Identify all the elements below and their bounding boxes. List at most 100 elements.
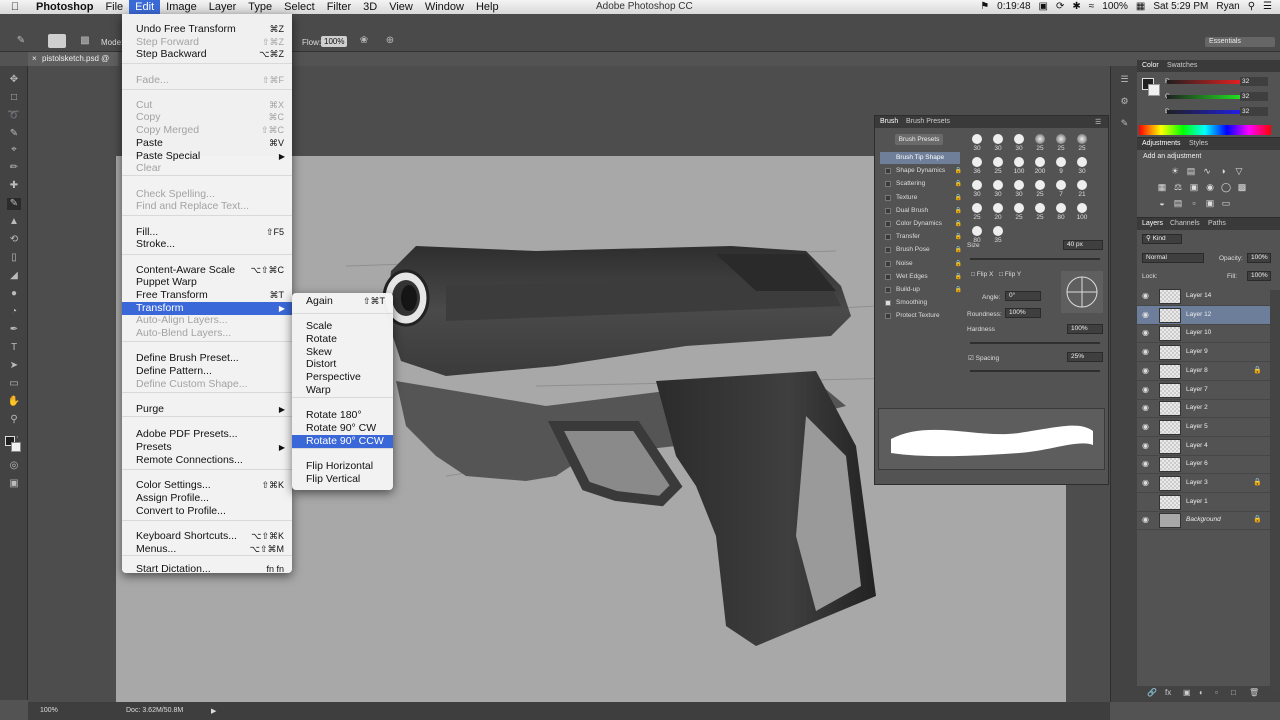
clock[interactable]: Sat 5:29 PM xyxy=(1153,0,1208,14)
visibility-eye-icon[interactable]: ◉ xyxy=(1142,441,1149,450)
green-value[interactable]: 32 xyxy=(1240,92,1268,101)
background-color-swatch[interactable] xyxy=(11,442,21,452)
type-tool-icon[interactable]: T xyxy=(7,342,21,354)
menu-window[interactable]: Window xyxy=(419,0,470,14)
brush-tip[interactable]: 30 xyxy=(968,133,986,156)
menu-filter[interactable]: Filter xyxy=(321,0,357,14)
brush-option-shape-dynamics[interactable]: Shape Dynamics 🔒 xyxy=(880,165,962,177)
edit-menu-item-adobe-pdf-presets[interactable]: Adobe PDF Presets... xyxy=(122,428,292,441)
option-checkbox[interactable] xyxy=(885,247,891,254)
tab-brush-presets[interactable]: Brush Presets xyxy=(906,118,950,125)
invert-icon[interactable]: ◒ xyxy=(1157,198,1167,208)
red-value[interactable]: 32 xyxy=(1240,77,1268,86)
layer-name[interactable]: Layer 2 xyxy=(1186,404,1208,411)
option-checkbox[interactable] xyxy=(885,313,891,320)
tab-channels[interactable]: Channels xyxy=(1170,220,1200,227)
brush-tip[interactable]: 25 xyxy=(1031,133,1049,156)
option-checkbox[interactable] xyxy=(885,300,891,307)
edit-menu-item-remote-connections[interactable]: Remote Connections... xyxy=(122,454,292,467)
lock-icon[interactable]: 🔒 xyxy=(955,218,962,230)
layer-row[interactable]: ◉ Background 🔒 xyxy=(1137,511,1270,531)
move-tool-icon[interactable]: ✥ xyxy=(7,74,21,86)
zoom-tool-icon[interactable]: ⚲ xyxy=(7,414,21,426)
edit-menu-item-define-pattern[interactable]: Define Pattern... xyxy=(122,365,292,378)
layer-name[interactable]: Layer 3 xyxy=(1186,479,1208,486)
layer-row[interactable]: ◉ Layer 4 xyxy=(1137,437,1270,456)
layer-row[interactable]: ◉ Layer 8 🔒 xyxy=(1137,362,1270,381)
brush-tip[interactable]: 36 xyxy=(968,156,986,179)
history-brush-icon[interactable]: ⟲ xyxy=(7,234,21,246)
brush-tip[interactable]: 30 xyxy=(989,179,1007,202)
edit-menu-item-define-brush-preset[interactable]: Define Brush Preset... xyxy=(122,352,292,365)
brush-option-build-up[interactable]: Build-up 🔒 xyxy=(880,284,962,296)
brush-size-picker[interactable] xyxy=(48,34,66,48)
lock-icon[interactable]: 🔒 xyxy=(955,284,962,296)
visibility-eye-icon[interactable]: ◉ xyxy=(1142,385,1149,394)
layer-name[interactable]: Layer 14 xyxy=(1186,292,1211,299)
brush-tip[interactable]: 30 xyxy=(1010,133,1028,156)
layer-name[interactable]: Layer 4 xyxy=(1186,442,1208,449)
add-mask-icon[interactable]: ▣ xyxy=(1183,688,1191,697)
spacing-checkbox[interactable]: ☑ Spacing xyxy=(968,354,999,362)
battery-level[interactable]: 100% xyxy=(1102,0,1128,14)
lock-icon[interactable]: 🔒 xyxy=(955,192,962,204)
fx-icon[interactable]: fx xyxy=(1165,688,1171,697)
menu-select[interactable]: Select xyxy=(278,0,321,14)
levels-icon[interactable]: ▤ xyxy=(1186,166,1196,176)
recording-timer[interactable]: 0:19:48 xyxy=(997,0,1030,14)
spotlight-icon[interactable]: ⚲ xyxy=(1248,0,1255,14)
edit-menu-item-stroke[interactable]: Stroke... xyxy=(122,238,292,251)
eraser-tool-icon[interactable]: ▯ xyxy=(7,252,21,264)
lock-icon[interactable]: 🔒 xyxy=(955,178,962,190)
layer-name[interactable]: Layer 7 xyxy=(1186,386,1208,393)
app-menu[interactable]: Photoshop xyxy=(30,0,99,14)
option-checkbox[interactable] xyxy=(885,260,891,267)
layer-name[interactable]: Layer 8 xyxy=(1186,367,1208,374)
layer-row[interactable]: ◉ Layer 9 xyxy=(1137,343,1270,363)
visibility-eye-icon[interactable]: ◉ xyxy=(1142,515,1149,524)
brush-tool-icon-active[interactable]: ✎ xyxy=(7,198,21,210)
brush-presets-button[interactable]: Brush Presets xyxy=(895,134,943,145)
pen-tool-icon[interactable]: ✒ xyxy=(7,324,21,336)
workspace-switcher[interactable]: Essentials xyxy=(1205,37,1275,47)
brush-option-protect-texture[interactable]: Protect Texture xyxy=(880,310,960,322)
lock-icon[interactable]: 🔒 xyxy=(955,258,962,270)
brush-option-texture[interactable]: Texture 🔒 xyxy=(880,192,962,204)
tab-layers[interactable]: Layers xyxy=(1142,220,1163,227)
brush-tip[interactable]: 30 xyxy=(968,179,986,202)
red-slider[interactable] xyxy=(1167,80,1251,84)
brush-option-dual-brush[interactable]: Dual Brush 🔒 xyxy=(880,205,962,217)
transform-item-again[interactable]: Again ⇧⌘T xyxy=(292,295,393,308)
color-balance-icon[interactable]: ⚖ xyxy=(1173,182,1183,192)
dodge-tool-icon[interactable]: ◔ xyxy=(7,306,21,318)
brush-option-color-dynamics[interactable]: Color Dynamics 🔒 xyxy=(880,218,962,230)
document-tab[interactable]: × pistolsketch.psd @ 100 xyxy=(28,52,118,77)
fill-input[interactable]: 100% xyxy=(1247,271,1271,281)
layer-row[interactable]: ◉ Layer 12 xyxy=(1137,305,1270,325)
menu-type[interactable]: Type xyxy=(242,0,278,14)
menu-view[interactable]: View xyxy=(383,0,419,14)
spacing-input[interactable]: 25% xyxy=(1067,352,1103,362)
layer-row[interactable]: ◉ Layer 6 xyxy=(1137,455,1270,475)
flag-us-icon[interactable]: ▦ xyxy=(1136,0,1145,14)
lock-icon[interactable]: 🔒 xyxy=(955,231,962,243)
flow-input[interactable]: 100% xyxy=(321,36,348,47)
layer-name[interactable]: Layer 1 xyxy=(1186,498,1208,505)
blue-slider[interactable] xyxy=(1167,110,1251,114)
edit-menu-item-color-settings[interactable]: Color Settings... ⇧⌘K xyxy=(122,479,292,492)
brush-tip[interactable]: 100 xyxy=(1073,202,1091,225)
layer-row[interactable]: ◉ Layer 10 xyxy=(1137,324,1270,344)
visibility-eye-icon[interactable]: ◉ xyxy=(1142,310,1149,319)
blur-tool-icon[interactable]: ● xyxy=(7,288,21,300)
layer-name[interactable]: Layer 12 xyxy=(1186,311,1211,318)
spacing-slider[interactable] xyxy=(970,370,1100,372)
transform-item-rotate-90-cw[interactable]: Rotate 90° CW xyxy=(292,422,393,435)
layer-row[interactable]: ◉ Layer 3 🔒 xyxy=(1137,474,1270,493)
brush-tool-icon[interactable]: ✎ xyxy=(14,35,28,47)
history-panel-icon[interactable]: ☰ xyxy=(1118,74,1131,86)
brush-tip-grid[interactable]: 30 30 30 25 25 25 36 25 100 200 9 30 30 30 30 25 7 21 25 20… xyxy=(968,131,1091,244)
visibility-eye-icon[interactable]: ◉ xyxy=(1142,459,1149,468)
option-checkbox[interactable] xyxy=(885,221,891,227)
option-checkbox[interactable] xyxy=(885,273,891,280)
layer-row[interactable]: ◉Layer 1 xyxy=(1137,493,1270,512)
